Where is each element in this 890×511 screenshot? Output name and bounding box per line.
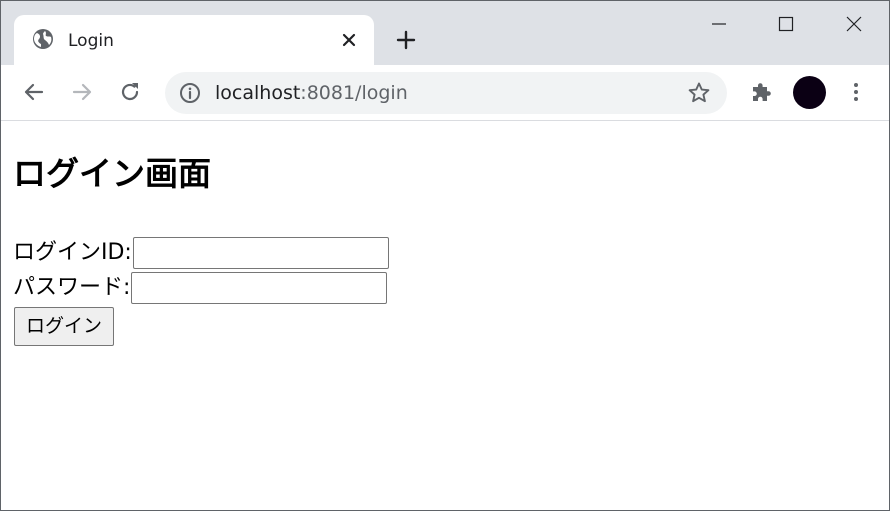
arrow-right-icon[interactable] [67, 77, 97, 107]
arrow-left-icon[interactable] [19, 77, 49, 107]
login-button[interactable]: ログイン [14, 307, 115, 346]
reload-icon[interactable] [115, 77, 145, 107]
url-text[interactable]: localhost:8081/login [215, 82, 408, 104]
globe-icon [32, 28, 54, 50]
password-label: パスワード: [13, 275, 131, 300]
avatar[interactable] [793, 76, 826, 109]
password-row: パスワード: [13, 272, 388, 304]
tab-strip: Login [1, 1, 889, 65]
password-input[interactable] [131, 272, 388, 304]
url-host: localhost [215, 82, 301, 104]
url-path: :8081/login [300, 82, 408, 104]
puzzle-icon[interactable] [746, 77, 776, 107]
tab-login[interactable]: Login [14, 15, 374, 65]
login-id-label: ログインID: [13, 240, 132, 265]
tab-title: Login [68, 31, 114, 51]
login-id-row: ログインID: [13, 237, 389, 269]
page-content: ログイン画面 ログインID: パスワード: ログイン [1, 121, 889, 510]
close-icon[interactable] [832, 7, 876, 41]
info-icon[interactable] [179, 82, 201, 104]
browser-toolbar: localhost:8081/login [1, 65, 889, 121]
login-id-input[interactable] [132, 237, 389, 269]
kebab-menu-icon[interactable] [841, 77, 871, 107]
maximize-icon[interactable] [764, 7, 808, 41]
address-bar[interactable]: localhost:8081/login [165, 72, 727, 114]
page-title: ログイン画面 [13, 154, 211, 193]
minimize-icon[interactable] [697, 7, 741, 41]
close-icon[interactable] [338, 29, 360, 51]
plus-icon[interactable] [393, 27, 419, 53]
browser-window: Login localhost:8081/login ログイン画面 ログインID… [0, 0, 890, 511]
star-icon[interactable] [687, 81, 711, 105]
